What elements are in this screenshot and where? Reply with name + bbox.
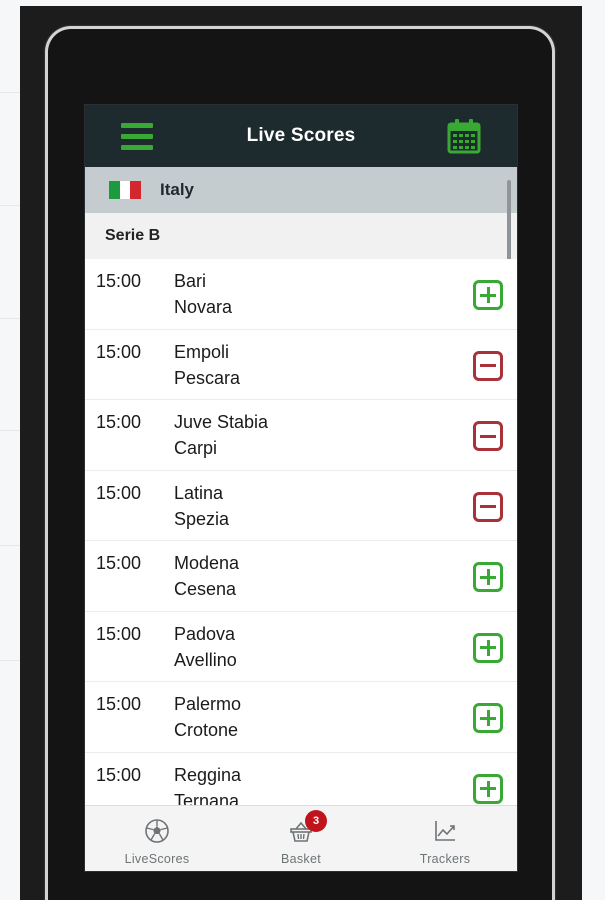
match-row[interactable]: 15:00 Empoli Pescara — [85, 329, 517, 400]
match-time: 15:00 — [96, 271, 142, 291]
nav-label: Trackers — [419, 852, 471, 866]
add-match-button[interactable] — [473, 703, 503, 733]
match-time: 15:00 — [96, 553, 142, 573]
league-name: Serie B — [105, 227, 161, 244]
add-match-button[interactable] — [473, 773, 503, 804]
match-time: 15:00 — [96, 764, 142, 785]
nav-item-livescores[interactable]: LiveScores — [85, 806, 229, 871]
hamburger-menu-icon[interactable] — [117, 121, 157, 153]
away-team: Avellino — [174, 649, 237, 670]
background-divider — [0, 430, 20, 431]
match-row[interactable]: 15:00 Padova Avellino — [85, 611, 517, 682]
match-time: 15:00 — [96, 694, 142, 714]
background-divider — [0, 318, 20, 319]
home-team: Empoli — [174, 341, 230, 362]
background-divider — [0, 545, 20, 546]
nav-item-basket[interactable]: 3 Basket — [229, 806, 373, 871]
page-title: Live Scores — [246, 125, 356, 146]
match-row[interactable]: 15:00 Juve Stabia Carpi — [85, 400, 517, 471]
remove-match-button[interactable] — [473, 350, 503, 381]
italy-flag-icon — [109, 181, 142, 199]
background-divider — [0, 205, 20, 206]
nav-item-trackers[interactable]: Trackers — [373, 806, 517, 871]
match-row[interactable]: 15:00 Palermo Crotone — [85, 682, 517, 753]
home-team: Palermo — [174, 694, 242, 714]
nav-label: Basket — [280, 852, 321, 866]
home-team: Latina — [174, 482, 224, 503]
remove-match-button[interactable] — [473, 491, 503, 522]
away-team: Ternana — [174, 790, 240, 806]
away-team: Spezia — [174, 508, 230, 529]
match-time: 15:00 — [96, 623, 142, 644]
match-time: 15:00 — [96, 482, 142, 503]
country-header[interactable]: Italy — [85, 167, 517, 213]
home-team: Reggina — [174, 764, 242, 785]
home-team: Modena — [174, 553, 240, 573]
background-divider — [0, 92, 20, 93]
home-team: Padova — [174, 623, 236, 644]
match-row[interactable]: 15:00 Modena Cesena — [85, 541, 517, 612]
remove-match-button[interactable] — [473, 421, 503, 451]
add-match-button[interactable] — [473, 562, 503, 592]
country-name: Italy — [160, 180, 195, 199]
match-list: 15:00 Bari Novara 15:00 Empoli Pescara 1… — [85, 259, 517, 805]
app-screen: Live Scores Italy Serie B 15:00 Bari Nov… — [84, 104, 518, 872]
chart-line-icon — [435, 821, 455, 841]
soccer-ball-icon — [145, 819, 169, 843]
basket-count-badge: 3 — [305, 810, 327, 832]
away-team: Pescara — [174, 367, 241, 388]
calendar-icon[interactable] — [447, 118, 481, 154]
away-team: Carpi — [174, 438, 218, 458]
match-row[interactable]: 15:00 Reggina Ternana — [85, 752, 517, 806]
match-row[interactable]: 15:00 Latina Spezia — [85, 470, 517, 541]
away-team: Crotone — [174, 720, 239, 740]
match-row[interactable]: 15:00 Bari Novara — [85, 259, 517, 330]
add-match-button[interactable] — [473, 280, 503, 310]
match-time: 15:00 — [96, 341, 142, 362]
nav-label: LiveScores — [124, 852, 190, 866]
home-team: Juve Stabia — [174, 412, 269, 432]
add-match-button[interactable] — [473, 632, 503, 663]
app-header: Live Scores — [85, 105, 517, 167]
away-team: Cesena — [174, 579, 237, 599]
away-team: Novara — [174, 297, 233, 317]
bottom-navigation: LiveScores 3 Basket Trackers — [85, 805, 517, 871]
match-time: 15:00 — [96, 412, 142, 432]
home-team: Bari — [174, 271, 207, 291]
league-header[interactable]: Serie B — [85, 213, 517, 259]
background-divider — [0, 660, 20, 661]
